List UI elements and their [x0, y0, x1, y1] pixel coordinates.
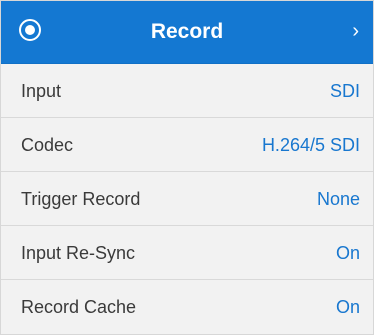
- setting-value[interactable]: None: [317, 172, 360, 226]
- record-settings-panel: Record › Input SDI Codec H.264/5 SDI Tri…: [0, 0, 374, 335]
- setting-label: Input Re-Sync: [21, 243, 136, 263]
- setting-value[interactable]: H.264/5 SDI: [262, 118, 360, 172]
- setting-row-trigger-record[interactable]: Trigger Record None: [1, 172, 373, 226]
- setting-row-codec[interactable]: Codec H.264/5 SDI: [1, 118, 373, 172]
- setting-row-record-cache[interactable]: Record Cache On: [1, 280, 373, 334]
- chevron-right-icon[interactable]: ›: [352, 1, 359, 61]
- setting-value[interactable]: SDI: [330, 64, 360, 118]
- setting-label: Codec: [21, 135, 74, 155]
- setting-label: Trigger Record: [21, 189, 141, 209]
- setting-label: Input: [21, 81, 62, 101]
- setting-value[interactable]: On: [336, 226, 360, 280]
- setting-row-input-resync[interactable]: Input Re-Sync On: [1, 226, 373, 280]
- page-title: Record: [150, 20, 224, 43]
- setting-value[interactable]: On: [336, 280, 360, 334]
- record-header[interactable]: Record ›: [1, 1, 373, 64]
- setting-label: Record Cache: [21, 297, 137, 317]
- setting-row-input[interactable]: Input SDI: [1, 64, 373, 118]
